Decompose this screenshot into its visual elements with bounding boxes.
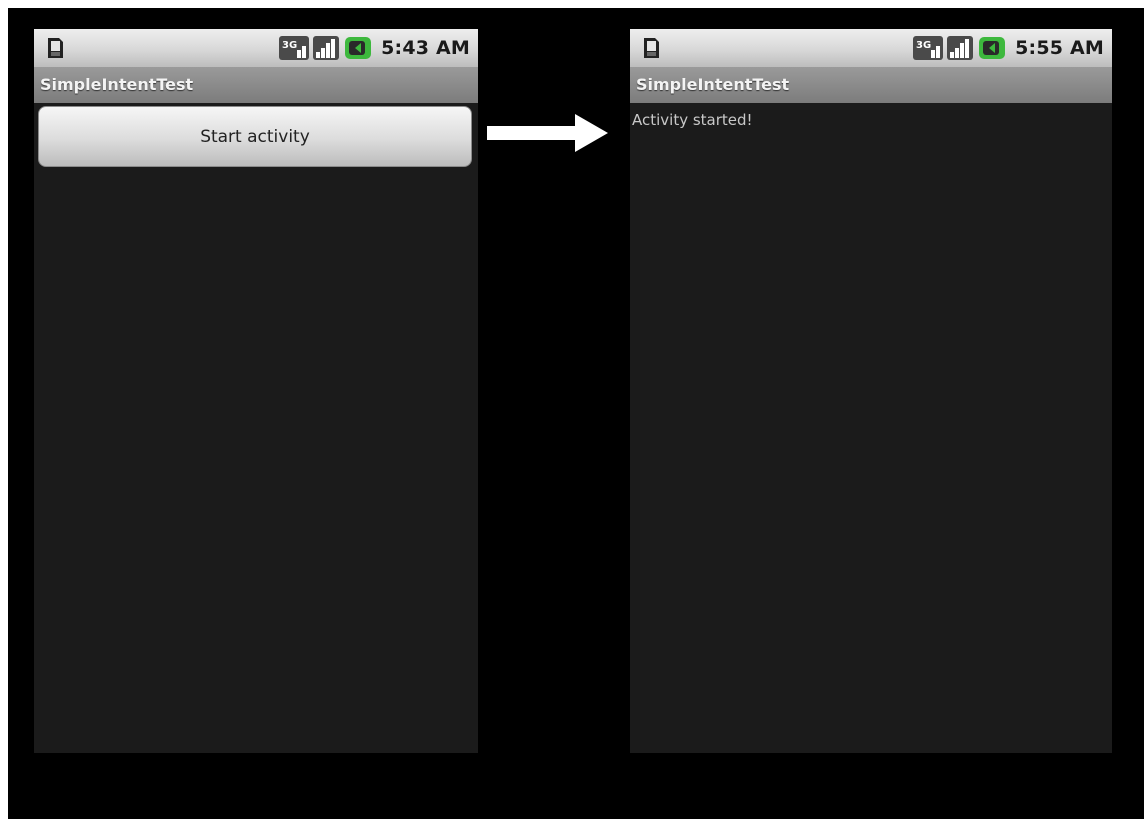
app-title-bar: SimpleIntentTest: [34, 67, 478, 103]
status-bar: 3G 5:43 AM: [34, 29, 478, 67]
status-clock: 5:55 AM: [1015, 37, 1104, 59]
app-title-bar: SimpleIntentTest: [630, 67, 1112, 103]
signal-strength-icon: [947, 36, 974, 60]
sd-card-icon: [48, 38, 63, 58]
status-clock: 5:43 AM: [381, 37, 470, 59]
battery-charging-icon: [979, 37, 1006, 59]
app-title: SimpleIntentTest: [636, 75, 790, 94]
right-arrow-icon: [487, 114, 608, 152]
phone-screen-before: 3G 5:43 AM SimpleIntentTest Start activi…: [34, 29, 478, 753]
sd-card-icon: [644, 38, 659, 58]
phone-screen-after: 3G 5:55 AM SimpleIntentTest Activity sta…: [630, 29, 1112, 753]
status-icons: 3G 5:55 AM: [913, 34, 1104, 62]
status-bar: 3G 5:55 AM: [630, 29, 1112, 67]
app-title: SimpleIntentTest: [40, 75, 194, 94]
status-icons: 3G 5:43 AM: [279, 34, 470, 62]
signal-strength-icon: [313, 36, 340, 60]
battery-charging-icon: [345, 37, 372, 59]
3g-network-icon: 3G: [913, 36, 944, 60]
start-activity-button[interactable]: Start activity: [38, 106, 472, 167]
activity-started-message: Activity started!: [632, 111, 753, 129]
svg-text:3G: 3G: [282, 40, 297, 51]
screenshot-frame: 3G 5:43 AM SimpleIntentTest Start activi…: [8, 8, 1144, 819]
3g-network-icon: 3G: [279, 36, 310, 60]
svg-text:3G: 3G: [916, 40, 931, 51]
